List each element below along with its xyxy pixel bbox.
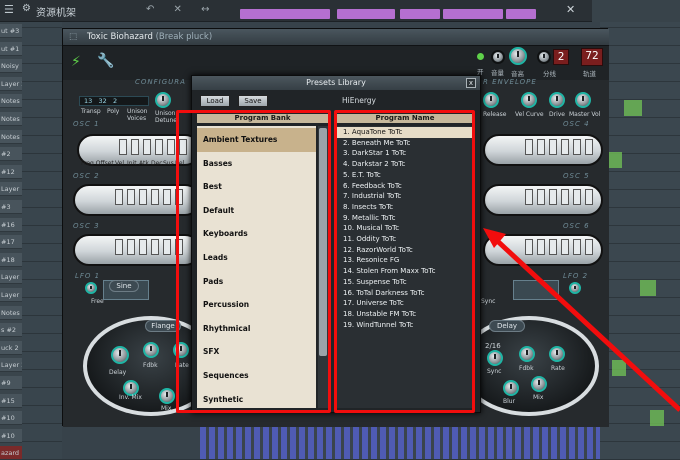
arrow-shaft	[490, 234, 680, 412]
annotation-arrow	[483, 228, 680, 412]
